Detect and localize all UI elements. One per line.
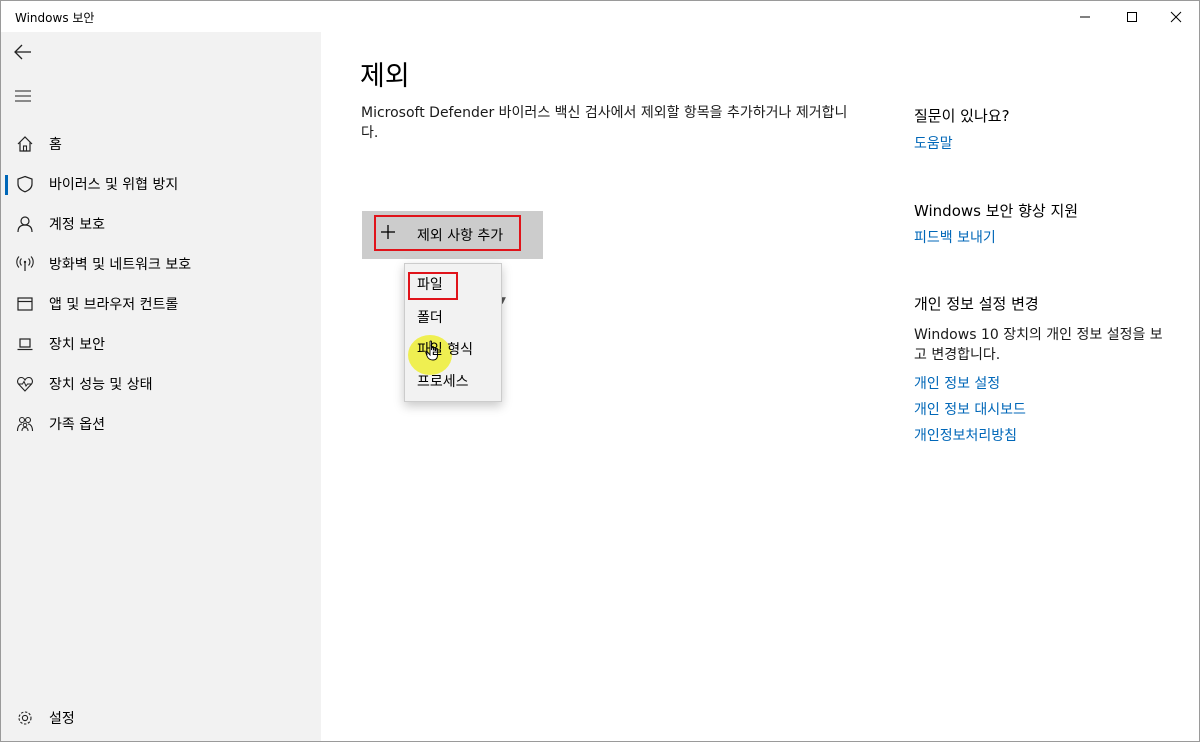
sidebar-item-label: 홈 — [49, 137, 62, 153]
back-button[interactable] — [1, 32, 45, 72]
sidebar-item-device-performance[interactable]: 장치 성능 및 상태 — [1, 364, 321, 404]
sidebar-item-label: 바이러스 및 위협 방지 — [49, 177, 179, 193]
exclusion-type-menu: 파일 폴더 파일 형식 프로세스 — [404, 263, 502, 402]
sidebar-item-label: 앱 및 브라우저 컨트롤 — [49, 297, 179, 313]
laptop-icon — [1, 335, 49, 353]
privacy-statement-link[interactable]: 개인정보처리방침 — [914, 425, 1017, 445]
minimize-button[interactable] — [1062, 1, 1108, 32]
hamburger-icon — [15, 90, 31, 102]
help-link[interactable]: 도움말 — [914, 133, 953, 153]
privacy-dashboard-link[interactable]: 개인 정보 대시보드 — [914, 399, 1026, 419]
privacy-settings-link[interactable]: 개인 정보 설정 — [914, 373, 1000, 393]
person-icon — [1, 215, 49, 233]
sidebar-item-label: 장치 보안 — [49, 337, 105, 353]
menu-item-file[interactable]: 파일 — [405, 267, 501, 300]
main-content: 제외 Microsoft Defender 바이러스 백신 검사에서 제외할 항… — [321, 32, 1199, 741]
page-description: Microsoft Defender 바이러스 백신 검사에서 제외할 항목을 … — [361, 105, 848, 141]
add-exclusion-label: 제외 사항 추가 — [417, 228, 504, 244]
close-button[interactable] — [1153, 1, 1199, 32]
sidebar-item-label: 가족 옵션 — [49, 417, 105, 433]
menu-item-folder[interactable]: 폴더 — [405, 300, 501, 375]
sidebar-item-firewall[interactable]: 방화벽 및 네트워크 보호 — [1, 244, 321, 284]
plus-icon — [381, 225, 395, 239]
maximize-button[interactable] — [1109, 1, 1155, 32]
menu-item-file-type[interactable]: 파일 형식 — [405, 332, 501, 364]
back-arrow-icon — [14, 44, 31, 60]
sidebar-item-home[interactable]: 홈 — [1, 124, 321, 164]
active-indicator — [5, 175, 8, 195]
gear-icon — [1, 709, 49, 727]
sidebar-item-label: 장치 성능 및 상태 — [49, 377, 153, 393]
wireless-icon — [1, 255, 49, 273]
sidebar-item-account-protection[interactable]: 계정 보호 — [1, 204, 321, 244]
sidebar-item-virus-protection[interactable]: 바이러스 및 위협 방지 — [1, 164, 321, 204]
improve-heading: Windows 보안 향상 지원 — [914, 202, 1079, 220]
app-window-icon — [1, 295, 49, 313]
highlight-box — [408, 272, 458, 300]
sidebar-item-label: 방화벽 및 네트워크 보호 — [49, 257, 192, 273]
add-exclusion-button[interactable]: 제외 사항 추가 — [362, 211, 543, 259]
menu-item-label: 파일 형식 — [417, 342, 473, 358]
privacy-description: Windows 10 장치의 개인 정보 설정을 보고 변경합니다. — [914, 327, 1163, 363]
home-icon — [1, 135, 49, 153]
menu-item-label: 프로세스 — [417, 374, 469, 390]
close-icon — [1170, 11, 1182, 22]
family-icon — [1, 415, 49, 433]
menu-button[interactable] — [1, 76, 45, 116]
windows-security-window: Windows 보안 홈 바이러스 및 위협 방지 계정 보호 방화벽 및 네트… — [0, 0, 1200, 742]
shield-icon — [1, 175, 49, 193]
question-heading: 질문이 있나요? — [914, 107, 1010, 125]
sidebar-item-device-security[interactable]: 장치 보안 — [1, 324, 321, 364]
heart-pulse-icon — [1, 375, 49, 393]
sidebar-item-label: 설정 — [49, 711, 75, 727]
menu-item-label: 폴더 — [417, 310, 443, 326]
maximize-icon — [1127, 11, 1137, 22]
sidebar-item-app-browser-control[interactable]: 앱 및 브라우저 컨트롤 — [1, 284, 321, 324]
sidebar-item-family-options[interactable]: 가족 옵션 — [1, 404, 321, 444]
sidebar: 홈 바이러스 및 위협 방지 계정 보호 방화벽 및 네트워크 보호 앱 및 브… — [1, 32, 321, 741]
sidebar-item-label: 계정 보호 — [49, 217, 105, 233]
privacy-heading: 개인 정보 설정 변경 — [914, 295, 1039, 313]
page-title: 제외 — [360, 61, 410, 92]
feedback-link[interactable]: 피드백 보내기 — [914, 227, 996, 247]
menu-item-process[interactable]: 프로세스 — [405, 364, 501, 396]
minimize-icon — [1080, 16, 1090, 17]
sidebar-item-settings[interactable]: 설정 — [1, 698, 321, 738]
title-bar: Windows 보안 — [1, 1, 1199, 32]
window-title: Windows 보안 — [15, 11, 95, 25]
